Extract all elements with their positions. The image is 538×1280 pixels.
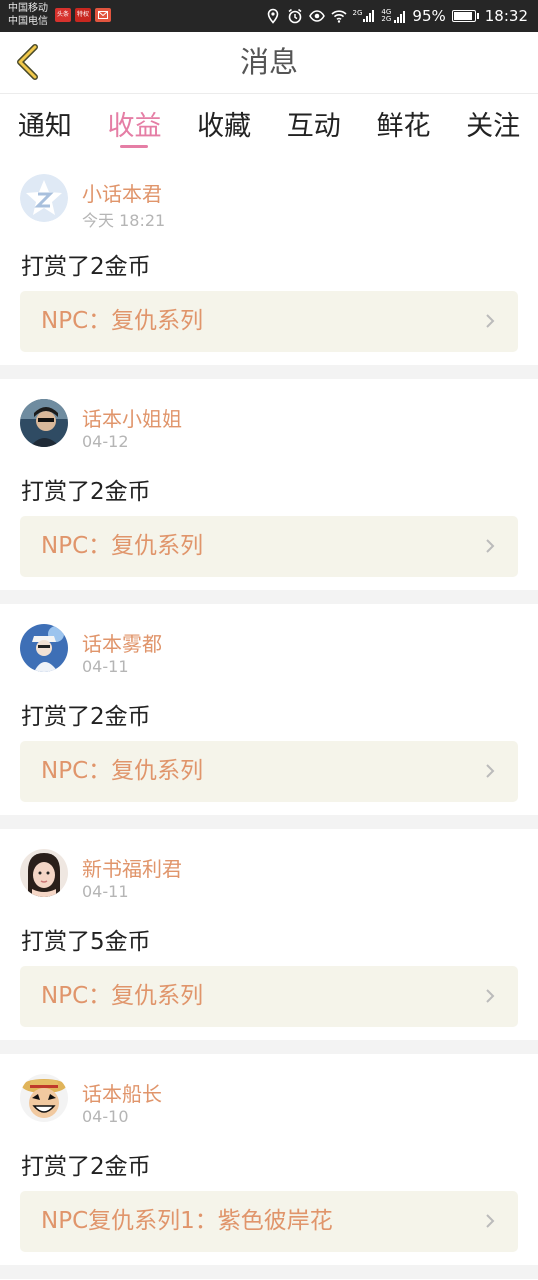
- chevron-right-icon: [486, 539, 495, 553]
- girl-avatar-icon: [20, 849, 68, 897]
- signal-2g-icon: 2G: [353, 10, 376, 22]
- book-title: NPC复仇系列1：紫色彼岸花: [41, 1208, 333, 1234]
- book-link[interactable]: NPC：复仇系列: [20, 516, 518, 577]
- carrier-names: 中国移动 中国电信: [8, 2, 48, 28]
- tab-flowers[interactable]: 鲜花: [363, 94, 443, 154]
- chevron-right-icon: [486, 989, 495, 1003]
- tab-earnings[interactable]: 收益: [94, 94, 174, 154]
- earnings-list: 小话本君 今天 18:21 打赏了2金币 NPC：复仇系列 话本小姐姐 04-1…: [0, 154, 538, 1279]
- chevron-right-icon: [486, 764, 495, 778]
- alarm-icon: [288, 8, 301, 24]
- anime-avatar-icon: [20, 624, 68, 672]
- book-title: NPC：复仇系列: [41, 983, 204, 1009]
- book-link[interactable]: NPC：复仇系列: [20, 741, 518, 802]
- timestamp: 04-11: [82, 882, 129, 901]
- mail-app-icon: [95, 8, 111, 22]
- notification-icons: 头条 特权: [55, 8, 111, 22]
- signal-4g-icon: 4G 2G: [381, 9, 406, 23]
- username[interactable]: 话本雾都: [82, 628, 162, 657]
- book-link[interactable]: NPC：复仇系列: [20, 291, 518, 352]
- username[interactable]: 话本船长: [82, 1078, 162, 1107]
- avatar[interactable]: [20, 624, 68, 672]
- network-type-2: 4G 2G: [381, 8, 392, 23]
- tab-label: 收藏: [197, 111, 252, 142]
- timestamp: 04-11: [82, 657, 129, 676]
- clock: 18:32: [484, 7, 528, 25]
- timestamp: 04-12: [82, 432, 129, 451]
- tab-label: 互动: [286, 111, 341, 142]
- pirate-avatar-icon: [20, 1074, 68, 1122]
- category-tabs: 通知 收益 收藏 互动 鲜花 关注: [0, 94, 538, 154]
- list-item: 话本雾都 04-11 打赏了2金币 NPC：复仇系列: [0, 604, 538, 815]
- star-logo-avatar-icon: [20, 174, 68, 222]
- privilege-app-icon: 特权: [75, 8, 91, 22]
- list-item: 小话本君 今天 18:21 打赏了2金币 NPC：复仇系列: [0, 154, 538, 365]
- username[interactable]: 小话本君: [82, 178, 162, 207]
- battery-icon: [451, 10, 479, 22]
- list-item: 话本船长 04-10 打赏了2金币 NPC复仇系列1：紫色彼岸花: [0, 1054, 538, 1265]
- book-link[interactable]: NPC：复仇系列: [20, 966, 518, 1027]
- page-title: 消息: [239, 45, 298, 79]
- book-title: NPC：复仇系列: [41, 758, 204, 784]
- reward-text: 打赏了5金币: [21, 929, 151, 955]
- network-type-1: 2G: [352, 9, 363, 17]
- wifi-icon: [330, 10, 347, 23]
- list-item: 话本小姐姐 04-12 打赏了2金币 NPC：复仇系列: [0, 379, 538, 590]
- book-link[interactable]: NPC复仇系列1：紫色彼岸花: [20, 1191, 518, 1252]
- divider: [0, 1040, 538, 1054]
- top-navigation-bar: 消息: [0, 32, 538, 94]
- tab-following[interactable]: 关注: [453, 94, 533, 154]
- reward-text: 打赏了2金币: [21, 1154, 151, 1180]
- divider: [0, 365, 538, 379]
- avatar[interactable]: [20, 1074, 68, 1122]
- carrier-1: 中国移动: [8, 3, 48, 14]
- book-title: NPC：复仇系列: [41, 533, 204, 559]
- avatar[interactable]: [20, 849, 68, 897]
- eye-comfort-icon: [308, 10, 325, 22]
- reward-text: 打赏了2金币: [21, 254, 151, 280]
- timestamp: 04-10: [82, 1107, 129, 1126]
- tab-notifications[interactable]: 通知: [5, 94, 85, 154]
- status-bar: 中国移动 中国电信 头条 特权 2G 4G 2G 95% 18:32: [0, 0, 538, 32]
- carrier-2: 中国电信: [8, 16, 48, 27]
- portrait-avatar-icon: [20, 399, 68, 447]
- tab-interactions[interactable]: 互动: [274, 94, 354, 154]
- location-icon: [267, 8, 278, 24]
- divider: [0, 590, 538, 604]
- tab-favorites[interactable]: 收藏: [184, 94, 264, 154]
- tab-label: 通知: [17, 111, 72, 142]
- tab-label: 收益: [107, 111, 162, 142]
- tab-label: 关注: [466, 111, 521, 142]
- toutiao-app-icon: 头条: [55, 8, 71, 22]
- divider: [0, 1265, 538, 1279]
- avatar[interactable]: [20, 399, 68, 447]
- back-button[interactable]: [8, 40, 48, 84]
- back-arrow-icon: [17, 44, 38, 80]
- battery-percent: 95%: [412, 7, 446, 25]
- status-icons: 2G 4G 2G 95% 18:32: [265, 0, 528, 32]
- username[interactable]: 新书福利君: [82, 853, 182, 882]
- reward-text: 打赏了2金币: [21, 479, 151, 505]
- divider: [0, 815, 538, 829]
- reward-text: 打赏了2金币: [21, 704, 151, 730]
- timestamp: 今天 18:21: [82, 211, 166, 230]
- list-item: 新书福利君 04-11 打赏了5金币 NPC：复仇系列: [0, 829, 538, 1040]
- book-title: NPC：复仇系列: [41, 308, 204, 334]
- username[interactable]: 话本小姐姐: [82, 403, 182, 432]
- avatar[interactable]: [20, 174, 68, 222]
- chevron-right-icon: [486, 1214, 495, 1228]
- tab-label: 鲜花: [376, 111, 431, 142]
- chevron-right-icon: [486, 314, 495, 328]
